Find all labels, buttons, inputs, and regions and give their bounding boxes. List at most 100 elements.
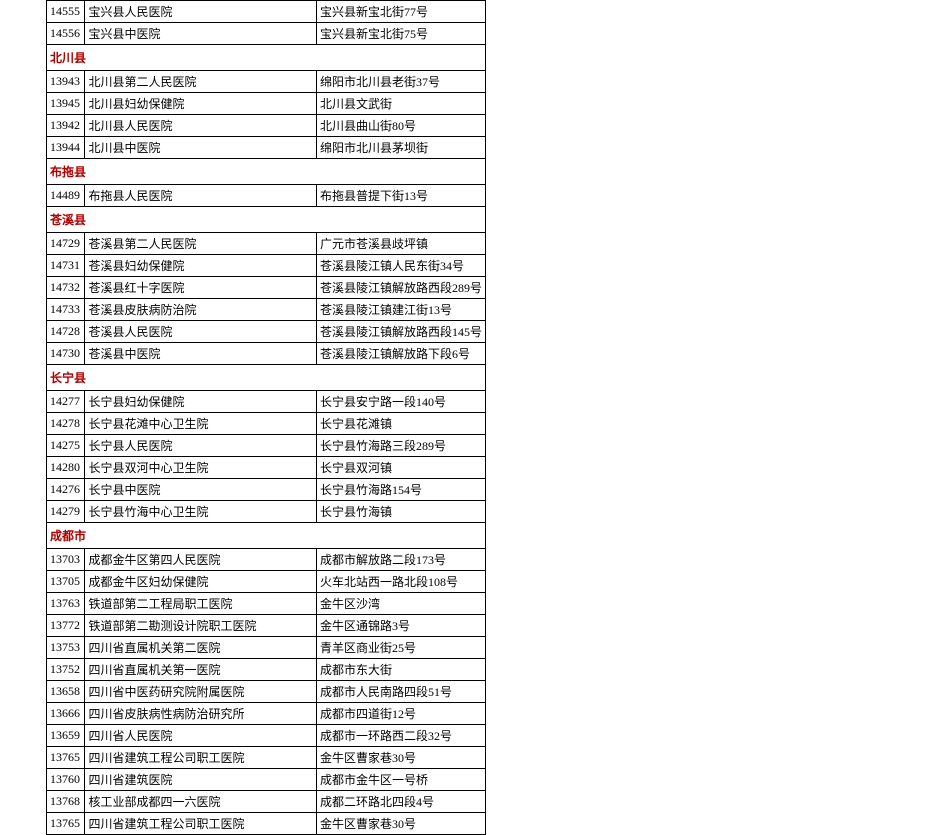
cell-address: 成都市四道街12号 <box>316 703 485 725</box>
cell-id: 14733 <box>47 299 85 321</box>
cell-address: 成都市一环路西二段32号 <box>316 725 485 747</box>
cell-id: 13666 <box>47 703 85 725</box>
cell-name: 苍溪县中医院 <box>85 343 316 365</box>
region-label: 北川县 <box>47 45 486 71</box>
table-row: 13765四川省建筑工程公司职工医院金牛区曹家巷30号 <box>47 747 486 769</box>
cell-address: 广元市苍溪县歧坪镇 <box>316 233 485 255</box>
table-row: 14555宝兴县人民医院宝兴县新宝北街77号 <box>47 1 486 23</box>
cell-address: 金牛区通锦路3号 <box>316 615 485 637</box>
cell-address: 金牛区曹家巷30号 <box>316 747 485 769</box>
cell-id: 14555 <box>47 1 85 23</box>
cell-id: 14277 <box>47 391 85 413</box>
table-row: 13943北川县第二人民医院绵阳市北川县老街37号 <box>47 71 486 93</box>
table-row: 14556宝兴县中医院宝兴县新宝北街75号 <box>47 23 486 45</box>
cell-id: 13659 <box>47 725 85 747</box>
cell-name: 核工业部成都四一六医院 <box>85 791 316 813</box>
table-row: 14729苍溪县第二人民医院广元市苍溪县歧坪镇 <box>47 233 486 255</box>
cell-id: 13772 <box>47 615 85 637</box>
cell-name: 长宁县双河中心卫生院 <box>85 457 316 479</box>
table-row: 14276长宁县中医院长宁县竹海路154号 <box>47 479 486 501</box>
table-row: 13944北川县中医院绵阳市北川县茅坝街 <box>47 137 486 159</box>
table-row: 13659四川省人民医院成都市一环路西二段32号 <box>47 725 486 747</box>
cell-address: 宝兴县新宝北街75号 <box>316 23 485 45</box>
cell-address: 北川县文武街 <box>316 93 485 115</box>
cell-name: 长宁县妇幼保健院 <box>85 391 316 413</box>
cell-address: 绵阳市北川县茅坝街 <box>316 137 485 159</box>
cell-name: 北川县妇幼保健院 <box>85 93 316 115</box>
cell-name: 北川县中医院 <box>85 137 316 159</box>
cell-name: 北川县人民医院 <box>85 115 316 137</box>
cell-name: 宝兴县中医院 <box>85 23 316 45</box>
table-row: 13752四川省直属机关第一医院成都市东大街 <box>47 659 486 681</box>
cell-address: 长宁县双河镇 <box>316 457 485 479</box>
table-row: 14278长宁县花滩中心卫生院长宁县花滩镇 <box>47 413 486 435</box>
table-row: 13945北川县妇幼保健院北川县文武街 <box>47 93 486 115</box>
cell-id: 13753 <box>47 637 85 659</box>
cell-name: 四川省皮肤病性病防治研究所 <box>85 703 316 725</box>
cell-id: 13944 <box>47 137 85 159</box>
cell-id: 13703 <box>47 549 85 571</box>
cell-id: 14729 <box>47 233 85 255</box>
cell-id: 13768 <box>47 791 85 813</box>
cell-id: 14556 <box>47 23 85 45</box>
cell-name: 四川省直属机关第二医院 <box>85 637 316 659</box>
cell-id: 14280 <box>47 457 85 479</box>
cell-address: 长宁县竹海镇 <box>316 501 485 523</box>
cell-id: 13760 <box>47 769 85 791</box>
table-row: 14489布拖县人民医院布拖县普提下街13号 <box>47 185 486 207</box>
cell-name: 成都金牛区妇幼保健院 <box>85 571 316 593</box>
cell-name: 四川省直属机关第一医院 <box>85 659 316 681</box>
cell-name: 长宁县人民医院 <box>85 435 316 457</box>
cell-address: 成都二环路北四段4号 <box>316 791 485 813</box>
cell-address: 苍溪县陵江镇人民东街34号 <box>316 255 485 277</box>
cell-id: 14732 <box>47 277 85 299</box>
region-header: 苍溪县 <box>47 207 486 233</box>
region-header: 北川县 <box>47 45 486 71</box>
cell-id: 13943 <box>47 71 85 93</box>
cell-address: 长宁县竹海路三段289号 <box>316 435 485 457</box>
cell-address: 成都市金牛区一号桥 <box>316 769 485 791</box>
cell-address: 绵阳市北川县老街37号 <box>316 71 485 93</box>
table-row: 14731苍溪县妇幼保健院苍溪县陵江镇人民东街34号 <box>47 255 486 277</box>
region-header: 长宁县 <box>47 365 486 391</box>
cell-address: 金牛区沙湾 <box>316 593 485 615</box>
table-row: 13765四川省建筑工程公司职工医院金牛区曹家巷30号 <box>47 813 486 835</box>
cell-address: 北川县曲山街80号 <box>316 115 485 137</box>
table-row: 14732苍溪县红十字医院苍溪县陵江镇解放路西段289号 <box>47 277 486 299</box>
table-row: 14279长宁县竹海中心卫生院长宁县竹海镇 <box>47 501 486 523</box>
table-row: 13753四川省直属机关第二医院青羊区商业街25号 <box>47 637 486 659</box>
cell-address: 宝兴县新宝北街77号 <box>316 1 485 23</box>
cell-id: 14728 <box>47 321 85 343</box>
region-label: 苍溪县 <box>47 207 486 233</box>
cell-id: 13765 <box>47 747 85 769</box>
cell-name: 四川省中医药研究院附属医院 <box>85 681 316 703</box>
cell-name: 长宁县竹海中心卫生院 <box>85 501 316 523</box>
cell-id: 13942 <box>47 115 85 137</box>
cell-id: 13765 <box>47 813 85 835</box>
region-header: 成都市 <box>47 523 486 549</box>
cell-name: 苍溪县红十字医院 <box>85 277 316 299</box>
hospitals-table: 14555宝兴县人民医院宝兴县新宝北街77号14556宝兴县中医院宝兴县新宝北街… <box>46 0 486 835</box>
cell-address: 青羊区商业街25号 <box>316 637 485 659</box>
cell-name: 苍溪县皮肤病防治院 <box>85 299 316 321</box>
cell-address: 苍溪县陵江镇解放路下段6号 <box>316 343 485 365</box>
cell-address: 苍溪县陵江镇解放路西段289号 <box>316 277 485 299</box>
cell-name: 四川省建筑工程公司职工医院 <box>85 813 316 835</box>
cell-address: 成都市人民南路四段51号 <box>316 681 485 703</box>
table-row: 13703成都金牛区第四人民医院成都市解放路二段173号 <box>47 549 486 571</box>
cell-address: 长宁县安宁路一段140号 <box>316 391 485 413</box>
cell-name: 四川省建筑工程公司职工医院 <box>85 747 316 769</box>
table-row: 13666四川省皮肤病性病防治研究所成都市四道街12号 <box>47 703 486 725</box>
cell-id: 14278 <box>47 413 85 435</box>
cell-id: 14489 <box>47 185 85 207</box>
cell-name: 四川省建筑医院 <box>85 769 316 791</box>
cell-name: 苍溪县妇幼保健院 <box>85 255 316 277</box>
cell-address: 长宁县花滩镇 <box>316 413 485 435</box>
cell-address: 苍溪县陵江镇建江街13号 <box>316 299 485 321</box>
region-label: 长宁县 <box>47 365 486 391</box>
cell-name: 长宁县花滩中心卫生院 <box>85 413 316 435</box>
table-row: 14730苍溪县中医院苍溪县陵江镇解放路下段6号 <box>47 343 486 365</box>
cell-name: 北川县第二人民医院 <box>85 71 316 93</box>
region-header: 布拖县 <box>47 159 486 185</box>
cell-name: 宝兴县人民医院 <box>85 1 316 23</box>
